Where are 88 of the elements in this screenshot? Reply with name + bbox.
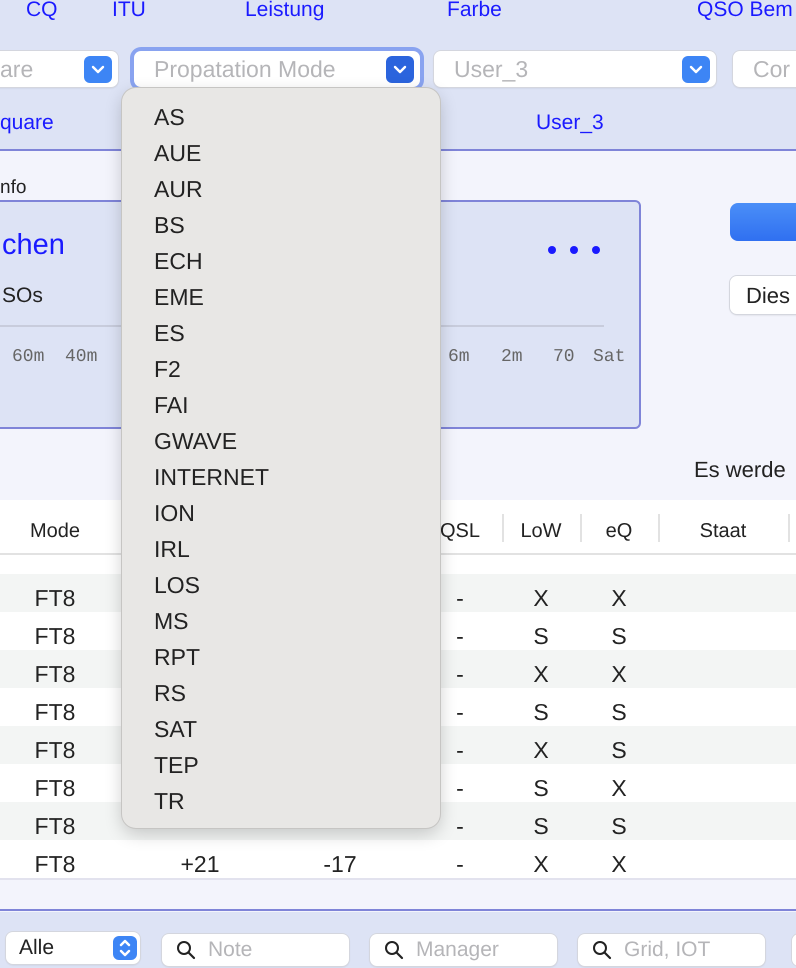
- band-label: 6m: [448, 346, 470, 369]
- column-header[interactable]: Mode: [0, 516, 110, 546]
- chevron-down-icon: [689, 64, 703, 74]
- column-header[interactable]: Staat: [658, 516, 788, 546]
- table-cell-text: X: [532, 660, 550, 689]
- search-field[interactable]: Note: [162, 934, 349, 966]
- chevron-down-icon: [91, 64, 105, 74]
- table-cell-text: X: [532, 736, 550, 765]
- column-label: ITU: [112, 0, 146, 23]
- section-label: nfo: [0, 176, 26, 200]
- table-cell-text: FT8: [34, 812, 76, 841]
- table-cell-text: FT8: [34, 584, 76, 613]
- table-cell-text: -: [455, 698, 465, 727]
- table-cell-text: -: [455, 812, 465, 841]
- table-cell-text: S: [532, 622, 550, 651]
- scope-select[interactable]: Alle: [6, 932, 140, 964]
- table-cell-text: X: [610, 850, 628, 878]
- menu-item[interactable]: AUR: [122, 171, 203, 207]
- menu-item[interactable]: TEP: [122, 747, 199, 783]
- menu-item[interactable]: ES: [122, 315, 185, 351]
- card-title: chen: [2, 228, 65, 263]
- table-cell-text: S: [532, 812, 550, 841]
- search-field[interactable]: Manager: [370, 934, 557, 966]
- field-label: quare: [0, 110, 54, 136]
- menu-item[interactable]: LOS: [122, 567, 200, 603]
- card-subtitle: SOs: [2, 283, 43, 309]
- menu-item[interactable]: RS: [122, 675, 186, 711]
- table-cell-text: S: [532, 698, 550, 727]
- column-label: Farbe: [447, 0, 502, 23]
- table-cell-text: -: [455, 622, 465, 651]
- band-label: Sat: [593, 346, 626, 369]
- menu-item[interactable]: RPT: [122, 639, 200, 675]
- column-label: QSO Bem: [697, 0, 793, 23]
- menu-item[interactable]: ECH: [122, 243, 203, 279]
- table-cell-text: S: [610, 698, 628, 727]
- field-label: User_3: [536, 110, 604, 136]
- table-cell-text: FT8: [34, 622, 76, 651]
- search-field[interactable]: Grid, IOT: [578, 934, 765, 966]
- column-header[interactable]: eQ: [580, 516, 658, 546]
- band-label: 70: [553, 346, 575, 369]
- menu-item[interactable]: F2: [122, 351, 181, 387]
- menu-item[interactable]: ION: [122, 495, 195, 531]
- band-label: 40m: [65, 346, 98, 369]
- menu-item[interactable]: IRL: [122, 531, 190, 567]
- action-button[interactable]: Dies: [730, 276, 796, 314]
- band-label: 2m: [501, 346, 523, 369]
- table-cell-text: X: [610, 584, 628, 613]
- menu-item[interactable]: FAI: [122, 387, 189, 423]
- menu-item[interactable]: AUE: [122, 135, 202, 171]
- menu-item[interactable]: TR: [122, 783, 185, 819]
- table-cell-text: S: [532, 774, 550, 803]
- table-cell-text: FT8: [34, 698, 76, 727]
- menu-item[interactable]: INTERNET: [122, 459, 269, 495]
- table-cell-text: S: [610, 622, 628, 651]
- table-cell-text: FT8: [34, 850, 76, 878]
- table-cell-text: -: [455, 850, 465, 878]
- table-cell-text: -: [455, 736, 465, 765]
- table-cell-text: +21: [179, 850, 220, 878]
- table-cell-text: FT8: [34, 660, 76, 689]
- table-cell-text: -: [455, 774, 465, 803]
- notice-text: Es werde: [694, 456, 786, 484]
- search-icon: [384, 940, 404, 960]
- column-label: Leistung: [245, 0, 324, 23]
- table-cell-text: X: [532, 850, 550, 878]
- table-cell-text: S: [610, 736, 628, 765]
- menu-item[interactable]: BS: [122, 207, 185, 243]
- table-cell-text: -17: [322, 850, 358, 878]
- search-icon: [176, 940, 196, 960]
- table-cell-text: S: [610, 812, 628, 841]
- table-cell-text: FT8: [34, 774, 76, 803]
- up-down-chevron-icon: [118, 939, 132, 957]
- column-header[interactable]: LoW: [502, 516, 580, 546]
- menu-item[interactable]: SAT: [122, 711, 198, 747]
- menu-item[interactable]: GWAVE: [122, 423, 238, 459]
- table-cell-text: X: [532, 584, 550, 613]
- chevron-down-icon: [393, 64, 407, 74]
- more-icon[interactable]: [548, 245, 600, 255]
- table-cell-text: -: [455, 660, 465, 689]
- menu-item[interactable]: MS: [122, 603, 188, 639]
- band-label: 60m: [12, 346, 44, 369]
- search-icon: [592, 940, 612, 960]
- table-cell-text: FT8: [34, 736, 76, 765]
- menu-item[interactable]: AS: [122, 99, 185, 135]
- column-label: CQ: [26, 0, 58, 23]
- table-cell-text: -: [455, 584, 465, 613]
- table-cell-text: X: [610, 660, 628, 689]
- menu-item[interactable]: EME: [122, 279, 204, 315]
- table-cell-text: X: [610, 774, 628, 803]
